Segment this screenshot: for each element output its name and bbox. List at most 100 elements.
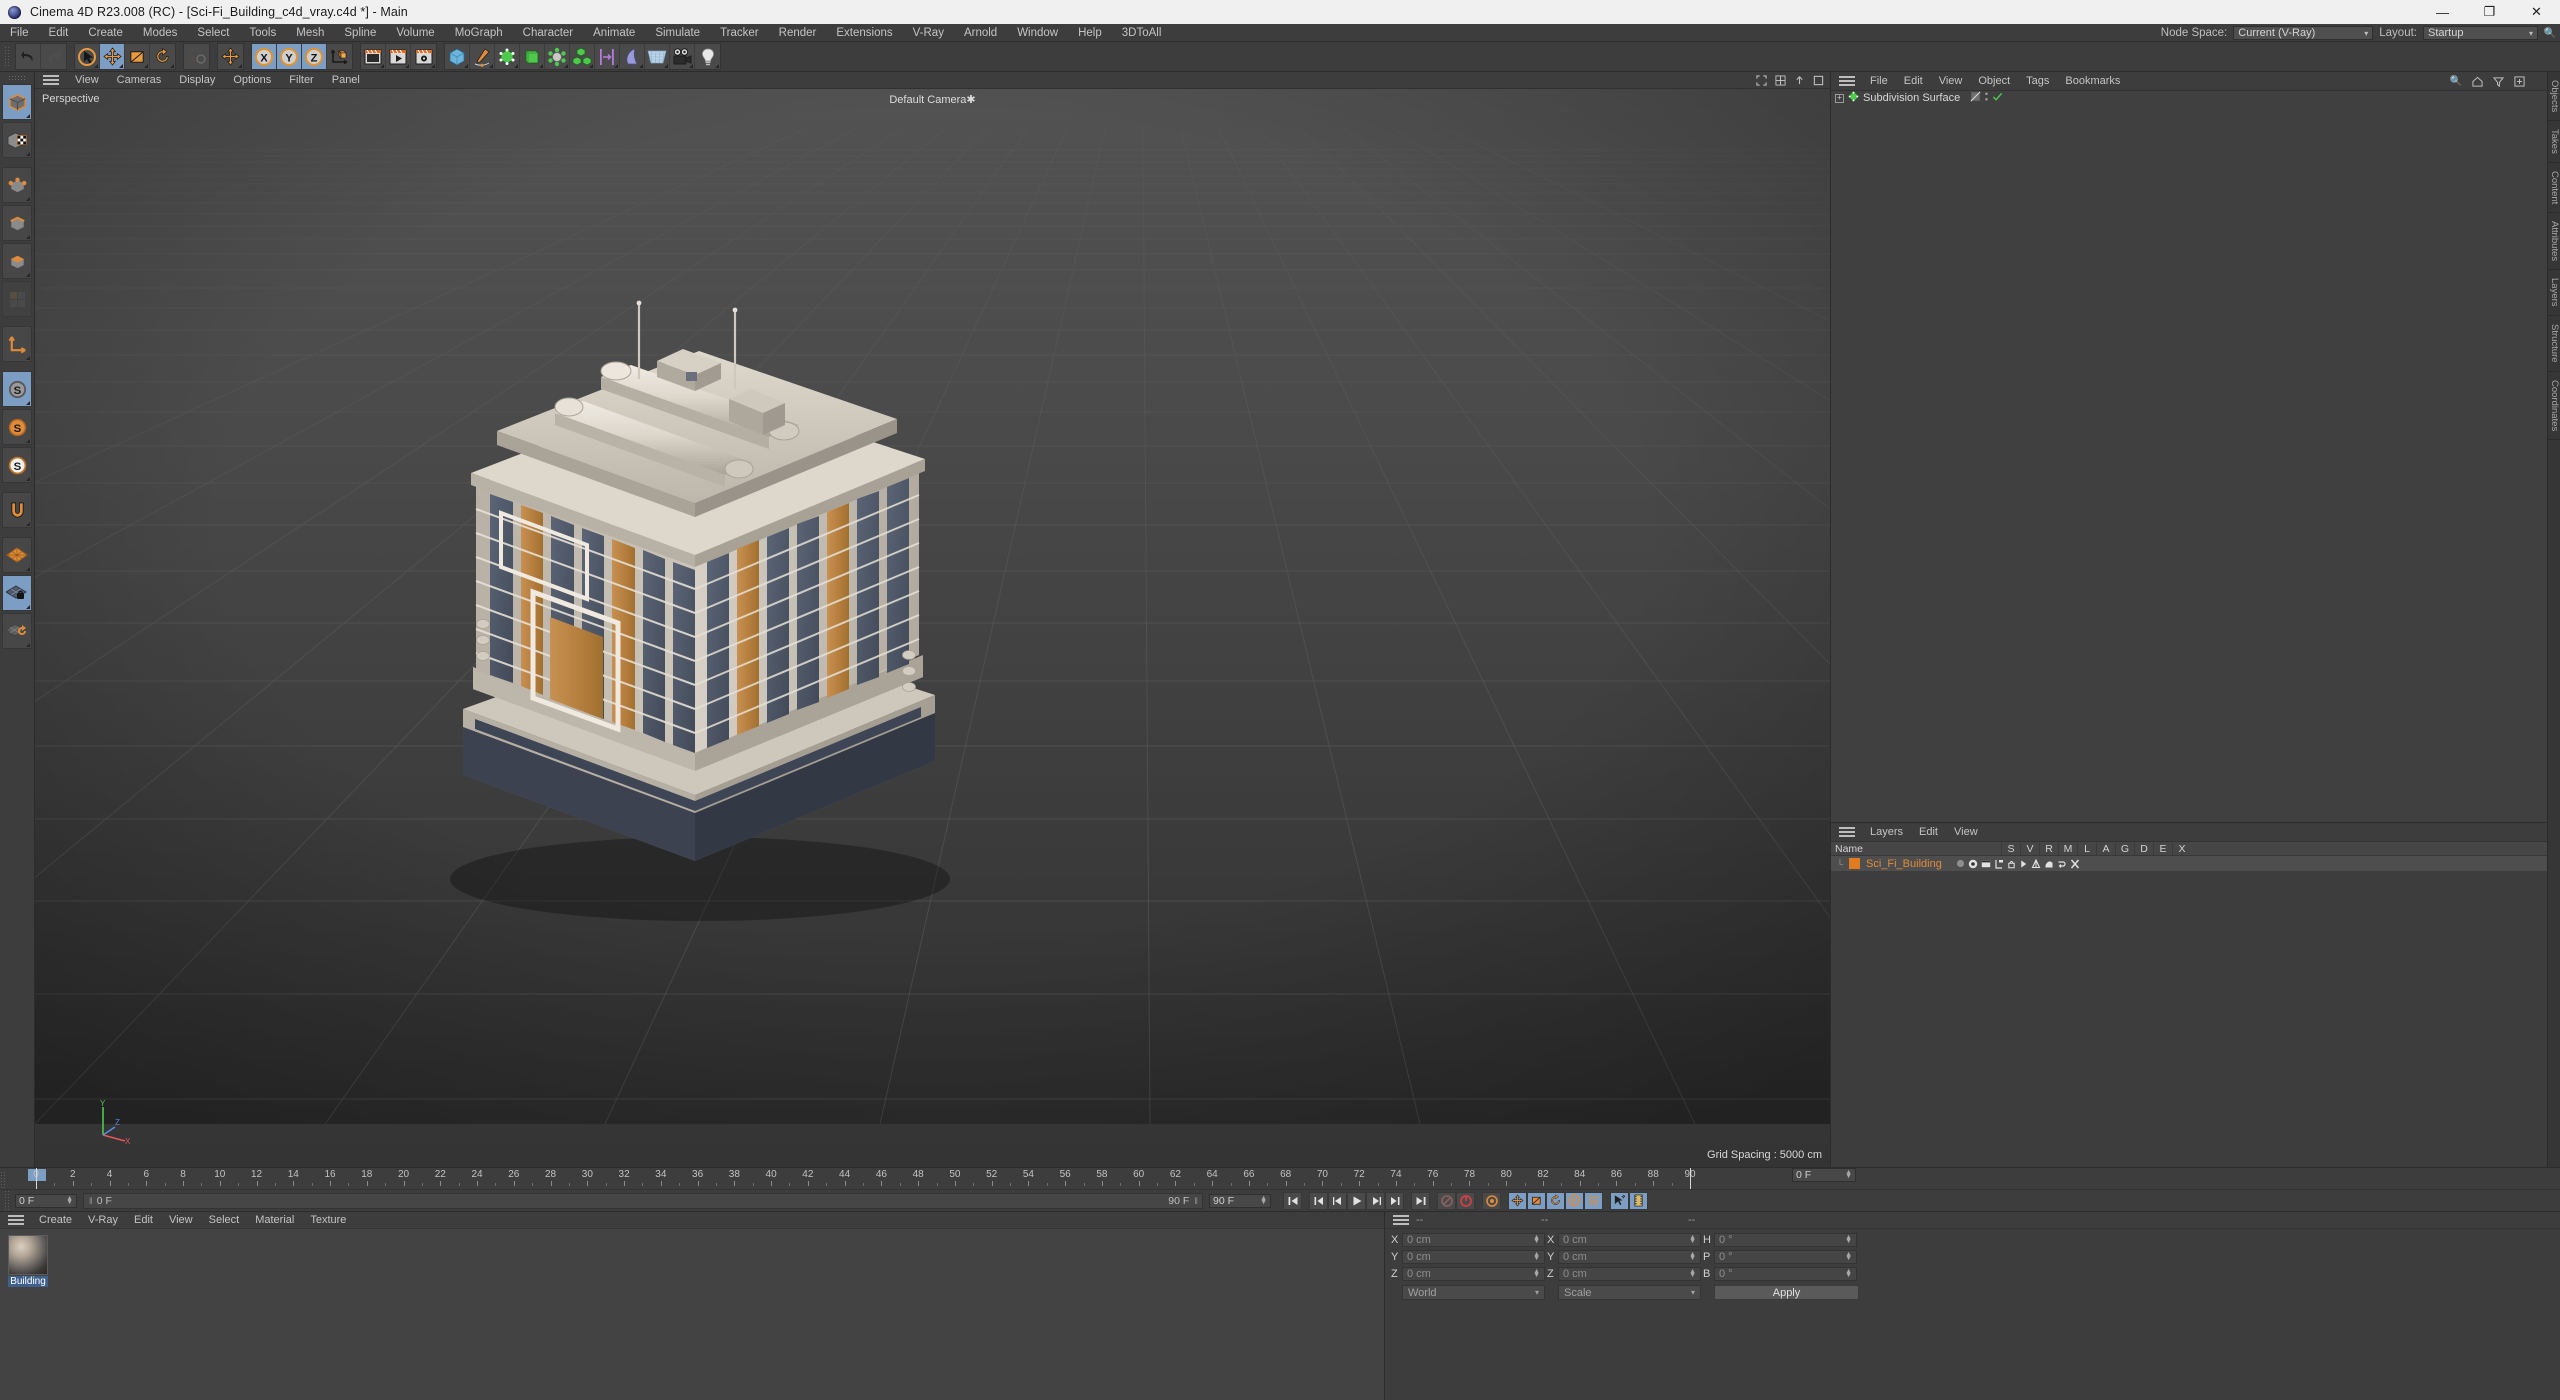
spinner-icon[interactable]: ▲ ▼ (1527, 1268, 1540, 1279)
apply-button[interactable]: Apply (1714, 1285, 1859, 1300)
menu-tracker[interactable]: Tracker (710, 24, 769, 42)
rotate-tool-button[interactable] (150, 44, 175, 69)
preview-range-slider[interactable]: ‖ 0 F 90 F ‖ (83, 1192, 1203, 1209)
light-object-button[interactable] (695, 44, 720, 69)
viewport-menu-filter[interactable]: Filter (280, 72, 322, 89)
sci-fi-building-model[interactable] (35, 89, 1830, 1124)
spline-pen-button[interactable] (470, 44, 495, 69)
timeline-playhead[interactable] (1690, 1168, 1691, 1190)
polygons-mode-button[interactable] (2, 243, 32, 279)
menu-file[interactable]: File (0, 24, 39, 42)
search-icon[interactable]: 🔍 (2450, 75, 2462, 87)
spinner-icon[interactable]: ▲ ▼ (60, 1195, 73, 1206)
layer-manager-menu-icon[interactable] (1839, 826, 1855, 839)
spinner-icon[interactable]: ▲ ▼ (1839, 1234, 1852, 1245)
workplane-align-button[interactable] (2, 613, 32, 649)
object-row-subdivision-surface[interactable]: + Subdivision Surface (1831, 91, 2547, 105)
render-settings-button[interactable] (411, 44, 436, 69)
material-menu-material[interactable]: Material (247, 1212, 302, 1229)
viewport-layout-icon[interactable] (1774, 74, 1786, 86)
spinner-icon[interactable]: ▲ ▼ (1683, 1234, 1696, 1245)
tab-takes[interactable]: Takes (2548, 121, 2560, 164)
minimize-button[interactable]: — (2419, 0, 2466, 24)
toolbar-grip[interactable] (4, 45, 11, 68)
workplane-lock-button[interactable] (2, 575, 32, 611)
menu-help[interactable]: Help (1068, 24, 1112, 42)
undo-button[interactable] (16, 44, 41, 69)
quantize-snap-button[interactable]: S (2, 447, 32, 483)
texture-mode-button[interactable] (2, 122, 32, 158)
viewport-menu-display[interactable]: Display (170, 72, 224, 89)
object-menu-bookmarks[interactable]: Bookmarks (2057, 72, 2128, 91)
menu-spline[interactable]: Spline (334, 24, 386, 42)
go-to-previous-key-button[interactable] (1309, 1191, 1328, 1210)
size-x-field[interactable]: 0 cm ▲ ▼ (1558, 1233, 1701, 1247)
key-rotation-button[interactable] (1546, 1191, 1565, 1210)
layout-dropdown[interactable]: Startup ▾ (2423, 26, 2538, 40)
y-axis-lock-button[interactable]: Y (277, 44, 302, 69)
spinner-icon[interactable]: ▲ ▼ (1839, 1268, 1852, 1279)
snap-settings-button[interactable]: S (2, 409, 32, 445)
coordinate-mode-dropdown[interactable]: Scale ▾ (1558, 1285, 1701, 1300)
rotation-p-field[interactable]: 0 ° ▲ ▼ (1714, 1250, 1857, 1264)
animation-toolbar-grip[interactable] (4, 1189, 11, 1212)
position-z-field[interactable]: 0 cm ▲ ▼ (1402, 1267, 1545, 1281)
camera-object-button[interactable] (670, 44, 695, 69)
world-object-axis-button[interactable] (327, 44, 352, 69)
step-back-button[interactable] (1328, 1191, 1347, 1210)
palette-grip[interactable] (8, 75, 26, 81)
spinner-icon[interactable]: ▲ ▼ (1839, 1251, 1852, 1262)
menu-select[interactable]: Select (187, 24, 239, 42)
material-menu-v-ray[interactable]: V-Ray (80, 1212, 126, 1229)
current-frame-field[interactable]: 0 F ▲ ▼ (1792, 1168, 1856, 1182)
spinner-icon[interactable]: ▲ ▼ (1254, 1195, 1267, 1206)
z-axis-lock-button[interactable]: Z (302, 44, 327, 69)
position-y-field[interactable]: 0 cm ▲ ▼ (1402, 1250, 1545, 1264)
coordinate-system-dropdown[interactable]: World ▾ (1402, 1285, 1545, 1300)
range-handle-icon[interactable]: ‖ (89, 1196, 93, 1206)
search-icon[interactable]: 🔍 (2544, 27, 2556, 39)
object-manager-menu-icon[interactable] (1839, 75, 1855, 88)
layer-row[interactable]: └ Sci_Fi_Building (1831, 856, 2547, 871)
close-button[interactable]: ✕ (2513, 0, 2560, 24)
field-button[interactable] (595, 44, 620, 69)
enabled-check-icon[interactable] (1992, 91, 2003, 105)
step-forward-button[interactable] (1366, 1191, 1385, 1210)
menu-tools[interactable]: Tools (239, 24, 286, 42)
subdivision-surface-button[interactable] (495, 44, 520, 69)
size-z-field[interactable]: 0 cm ▲ ▼ (1558, 1267, 1701, 1281)
layer-menu-layers[interactable]: Layers (1862, 823, 1911, 842)
go-to-start-button[interactable] (1283, 1191, 1302, 1210)
tab-content[interactable]: Content (2548, 163, 2560, 214)
layer-color-swatch[interactable] (1849, 858, 1860, 869)
edges-mode-button[interactable] (2, 205, 32, 241)
position-x-field[interactable]: 0 cm ▲ ▼ (1402, 1233, 1545, 1247)
menu-simulate[interactable]: Simulate (645, 24, 710, 42)
spinner-icon[interactable]: ▲ ▼ (1839, 1169, 1852, 1180)
hair-object-button[interactable] (620, 44, 645, 69)
deformer-button[interactable] (545, 44, 570, 69)
menu-v-ray[interactable]: V-Ray (903, 24, 954, 42)
cloth-surface-button[interactable] (645, 44, 670, 69)
viewport-maximize-icon[interactable] (1755, 74, 1767, 86)
workplane-button[interactable] (2, 537, 32, 573)
material-menu-create[interactable]: Create (31, 1212, 80, 1229)
rotation-h-field[interactable]: 0 ° ▲ ▼ (1714, 1233, 1857, 1247)
home-icon[interactable] (2471, 75, 2483, 87)
key-parameter-button[interactable]: P (1565, 1191, 1584, 1210)
menu-render[interactable]: Render (769, 24, 827, 42)
animation-playback-button[interactable] (1610, 1191, 1629, 1210)
layer-toggle-icons[interactable] (1956, 858, 2080, 869)
material-menu-edit[interactable]: Edit (126, 1212, 161, 1229)
tab-layers[interactable]: Layers (2548, 270, 2560, 316)
material-preview-sphere[interactable] (8, 1235, 48, 1275)
go-to-end-button[interactable] (1411, 1191, 1430, 1210)
timeline-end-field[interactable]: 90 F ▲ ▼ (1209, 1193, 1271, 1208)
viewport-menu-view[interactable]: View (66, 72, 108, 89)
add-layer-icon[interactable] (2513, 75, 2525, 87)
menu-arnold[interactable]: Arnold (954, 24, 1007, 42)
maximize-button[interactable]: ❐ (2466, 0, 2513, 24)
filter-icon[interactable] (2492, 75, 2504, 87)
tab-structure[interactable]: Structure (2548, 316, 2560, 372)
menu-mesh[interactable]: Mesh (286, 24, 334, 42)
